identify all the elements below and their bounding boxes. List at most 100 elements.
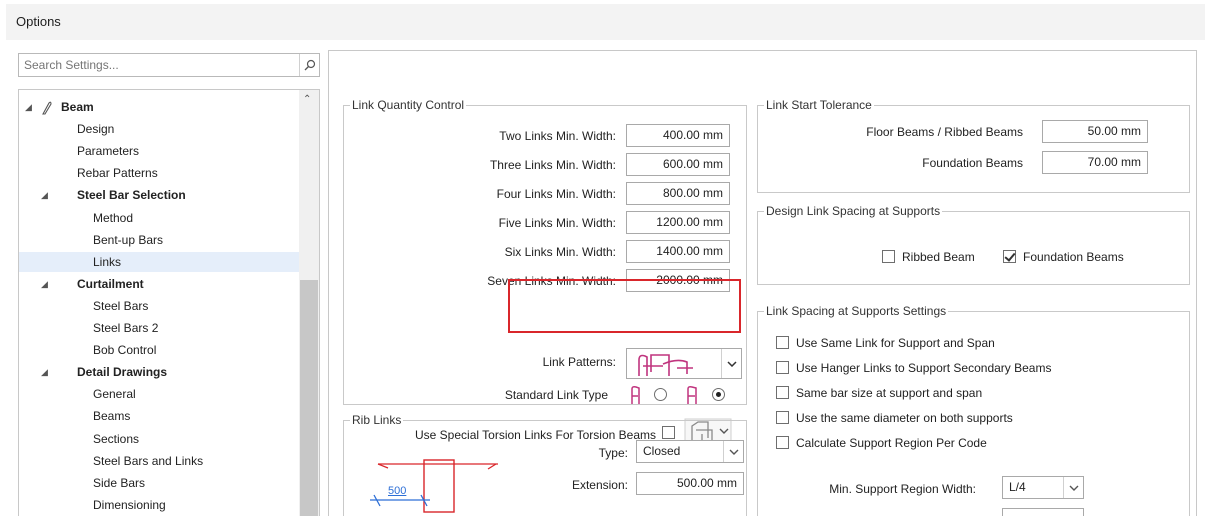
- standard-link-type-label: Standard Link Type: [504, 388, 608, 402]
- link-patterns-combo[interactable]: [626, 348, 742, 379]
- tree-scrollbar[interactable]: ⌃: [299, 90, 319, 516]
- tree-item-label: Detail Drawings: [77, 365, 168, 380]
- link-min-width-label: Five Links Min. Width:: [498, 216, 616, 230]
- link-patterns-label: Link Patterns:: [542, 355, 616, 369]
- tree-item-label: Method: [93, 210, 134, 225]
- spacing-settings-group: Link Spacing at Supports Settings Use Sa…: [757, 304, 1190, 516]
- link-quantity-title: Link Quantity Control: [350, 98, 467, 112]
- rib-type-value: Closed: [643, 444, 681, 458]
- expand-arrow-icon[interactable]: ◢: [25, 97, 32, 117]
- link-min-width-label: Six Links Min. Width:: [504, 245, 616, 259]
- tree-item[interactable]: Steel Bars and Links: [19, 451, 299, 471]
- tree-item[interactable]: Rebar Patterns: [19, 163, 299, 183]
- tree-item-label: Steel Bars: [93, 298, 149, 313]
- rib-links-group: Rib Links 500 Type: Closed Extension: 50…: [343, 413, 747, 516]
- chevron-down-icon[interactable]: [723, 441, 743, 462]
- search-box[interactable]: [18, 53, 320, 77]
- chevron-down-icon[interactable]: [721, 349, 741, 378]
- foundation-beams-checkbox[interactable]: [1003, 250, 1016, 263]
- rib-extension-field[interactable]: 500.00 mm: [636, 472, 744, 495]
- link-pattern-preview-icon: [638, 354, 693, 376]
- standard-link-radio-open[interactable]: [654, 388, 667, 401]
- rib-link-diagram: [370, 459, 498, 513]
- settings-tree[interactable]: ◢ Beam Design Parameters Rebar Patterns ◢ Stee…: [18, 89, 320, 516]
- link-min-width-field[interactable]: 1200.00 mm: [626, 211, 730, 234]
- tree-item[interactable]: Dimensioning: [19, 495, 299, 515]
- expand-arrow-icon[interactable]: ◢: [41, 274, 48, 294]
- support-option-label: Use Same Link for Support and Span: [796, 336, 995, 350]
- tree-item[interactable]: Method: [19, 208, 299, 228]
- link-min-width-field[interactable]: 400.00 mm: [626, 124, 730, 147]
- min-support-region-combo[interactable]: L/4: [1002, 476, 1084, 499]
- tree-item[interactable]: General: [19, 384, 299, 404]
- scroll-thumb[interactable]: [300, 280, 318, 516]
- tree-item[interactable]: Steel Bars: [19, 296, 299, 316]
- partial-combo[interactable]: [1002, 508, 1084, 516]
- standard-link-radio-closed[interactable]: [712, 388, 725, 401]
- tree-item-label: Links: [93, 254, 122, 269]
- open-link-icon: [631, 386, 640, 404]
- link-min-width-field[interactable]: 600.00 mm: [626, 153, 730, 176]
- rib-type-label: Type:: [598, 446, 628, 460]
- link-patterns-highlight: [508, 279, 741, 333]
- tree-item-label: Bob Control: [93, 343, 157, 358]
- link-start-group: Link Start Tolerance Floor Beams / Ribbe…: [757, 98, 1190, 193]
- tree-item[interactable]: Parameters: [19, 141, 299, 161]
- link-min-width-label: Four Links Min. Width:: [496, 187, 616, 201]
- support-option-checkbox[interactable]: [776, 336, 789, 349]
- tree-item[interactable]: Design: [19, 119, 299, 139]
- tolerance-field[interactable]: 70.00 mm: [1042, 151, 1148, 174]
- tree-item-label: Side Bars: [93, 475, 146, 490]
- support-option-label: Calculate Support Region Per Code: [796, 436, 987, 450]
- tree-item[interactable]: Side Bars: [19, 473, 299, 493]
- support-option-label: Use Hanger Links to Support Secondary Be…: [796, 361, 1052, 375]
- closed-link-icon: [687, 386, 697, 404]
- ribbed-beam-checkbox[interactable]: [882, 250, 895, 263]
- tree-item-label: Steel Bars and Links: [93, 453, 204, 468]
- support-option-label: Use the same diameter on both supports: [796, 411, 1013, 425]
- tolerance-label: Foundation Beams: [922, 156, 1023, 170]
- design-spacing-title: Design Link Spacing at Supports: [764, 204, 943, 218]
- link-min-width-label: Three Links Min. Width:: [489, 158, 616, 172]
- spacing-settings-title: Link Spacing at Supports Settings: [764, 304, 949, 318]
- chevron-down-icon[interactable]: [1063, 477, 1083, 498]
- tree-item[interactable]: Steel Bars 2: [19, 318, 299, 338]
- tree-item-label: Curtailment: [77, 276, 144, 291]
- link-min-width-field[interactable]: 1400.00 mm: [626, 240, 730, 263]
- settings-panel: Link Quantity Control Two Links Min. Wid…: [328, 50, 1197, 516]
- tree-item-label: Steel Bars 2: [93, 321, 159, 335]
- window-title: Options: [16, 14, 61, 29]
- link-min-width-field[interactable]: 800.00 mm: [626, 182, 730, 205]
- support-option-checkbox[interactable]: [776, 436, 789, 449]
- tree-item[interactable]: ◢ Curtailment: [19, 274, 299, 294]
- link-min-width-label: Two Links Min. Width:: [499, 129, 616, 143]
- expand-arrow-icon[interactable]: ◢: [41, 362, 48, 382]
- tree-item-label: Beams: [93, 409, 131, 424]
- search-input[interactable]: [19, 54, 289, 76]
- support-option-checkbox[interactable]: [776, 386, 789, 399]
- tolerance-field[interactable]: 50.00 mm: [1042, 120, 1148, 143]
- support-option-checkbox[interactable]: [776, 411, 789, 424]
- tree-item-label: Steel Bar Selection: [77, 188, 186, 203]
- tree-item[interactable]: Bob Control: [19, 340, 299, 360]
- search-icon[interactable]: [299, 54, 319, 76]
- rib-dimension-label: 500: [388, 485, 407, 497]
- tree-item-label: Sections: [93, 431, 140, 446]
- tree-item[interactable]: ◢ Detail Drawings: [19, 362, 299, 382]
- support-option-checkbox[interactable]: [776, 361, 789, 374]
- tree-item[interactable]: Links: [19, 251, 299, 272]
- rib-type-combo[interactable]: Closed: [636, 440, 744, 463]
- tree-item[interactable]: Bent-up Bars: [19, 230, 299, 250]
- support-option-label: Same bar size at support and span: [796, 386, 983, 400]
- link-start-title: Link Start Tolerance: [764, 98, 874, 112]
- title-bar: Options: [6, 4, 1205, 40]
- tree-item[interactable]: Sections: [19, 429, 299, 449]
- tree-item-label: Bent-up Bars: [93, 232, 164, 247]
- tree-item[interactable]: ◢ Steel Bar Selection: [19, 185, 299, 205]
- tree-item-label: Parameters: [77, 144, 140, 159]
- expand-arrow-icon[interactable]: ◢: [41, 185, 48, 205]
- tree-item[interactable]: Beams: [19, 406, 299, 426]
- scroll-up-icon[interactable]: ⌃: [303, 94, 311, 105]
- tree-item[interactable]: ◢ Beam: [19, 97, 299, 117]
- foundation-beams-label: Foundation Beams: [1023, 250, 1124, 264]
